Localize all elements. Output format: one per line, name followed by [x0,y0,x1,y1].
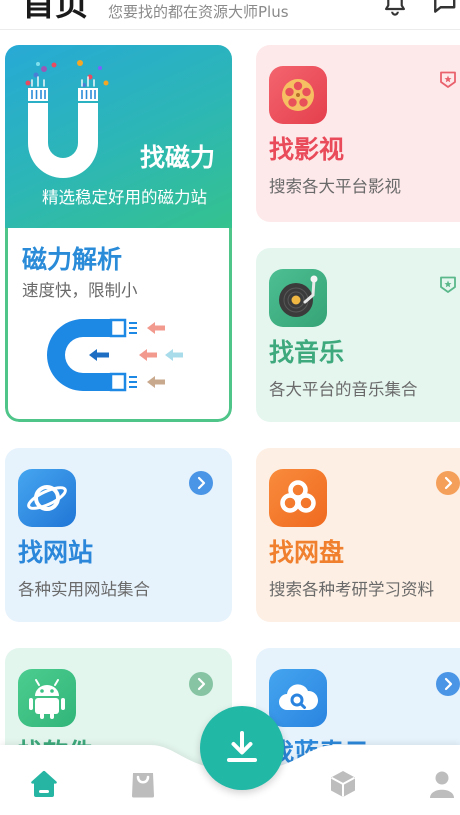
find-magnet-section[interactable]: 找磁力 精选稳定好用的磁力站 [5,45,232,228]
record-player-icon [269,269,327,327]
card-find-website[interactable]: 找网站 各种实用网站集合 [5,448,232,622]
chevron-right-icon[interactable] [189,672,213,696]
magnet-icon [25,60,109,178]
card-subtitle: 搜索各大平台影视 [269,177,401,196]
card-find-music[interactable]: 找音乐 各大平台的音乐集合 [256,248,460,422]
home-icon [31,771,57,797]
download-button[interactable] [200,706,284,790]
card-title: 找网站 [18,538,94,567]
cube-icon [331,771,355,797]
find-magnet-subtitle: 精选稳定好用的磁力站 [42,188,207,207]
header-divider [0,29,460,30]
bell-icon[interactable] [382,0,408,17]
nav-shop[interactable] [127,768,159,800]
magnet-parse-subtitle: 速度快，限制小 [22,281,138,300]
magnet-parse-section[interactable]: 磁力解析 速度快，限制小 [5,228,232,422]
card-find-video[interactable]: 找影视 搜索各大平台影视 [256,45,460,222]
page-title: 首页 [22,0,88,23]
card-find-netdisk[interactable]: 找网盘 搜索各种考研学习资料 [256,448,460,622]
chevron-right-icon[interactable] [436,471,460,495]
nav-profile[interactable] [426,768,458,800]
find-magnet-title: 找磁力 [139,143,215,172]
cloud-disk-icon [269,469,327,527]
ribbon-badge-icon[interactable] [438,275,458,295]
chevron-right-icon[interactable] [189,471,213,495]
page-subtitle: 您要找的都在资源大师Plus [108,3,289,21]
android-icon [18,669,76,727]
nav-home[interactable] [28,768,60,800]
card-title: 找影视 [269,135,345,164]
card-subtitle: 搜索各种考研学习资料 [269,580,434,599]
person-icon [430,771,454,798]
film-reel-icon [269,66,327,124]
card-subtitle: 各种实用网站集合 [18,580,150,599]
card-title: 找音乐 [269,338,345,367]
planet-icon [18,469,76,527]
nav-discover[interactable] [327,768,359,800]
bag-icon [132,773,154,798]
chat-icon[interactable] [432,0,458,17]
magnet-parse-title: 磁力解析 [22,245,123,274]
cloud-search-icon [269,669,327,727]
download-icon [227,731,257,762]
chevron-right-icon[interactable] [436,672,460,696]
card-title: 找网盘 [269,538,345,567]
ribbon-badge-icon[interactable] [438,70,458,90]
magnet-card: 找磁力 精选稳定好用的磁力站 磁力解析 速度快，限制小 [5,45,232,422]
card-subtitle: 各大平台的音乐集合 [269,380,418,399]
magnet-arrows-icon [47,318,183,392]
